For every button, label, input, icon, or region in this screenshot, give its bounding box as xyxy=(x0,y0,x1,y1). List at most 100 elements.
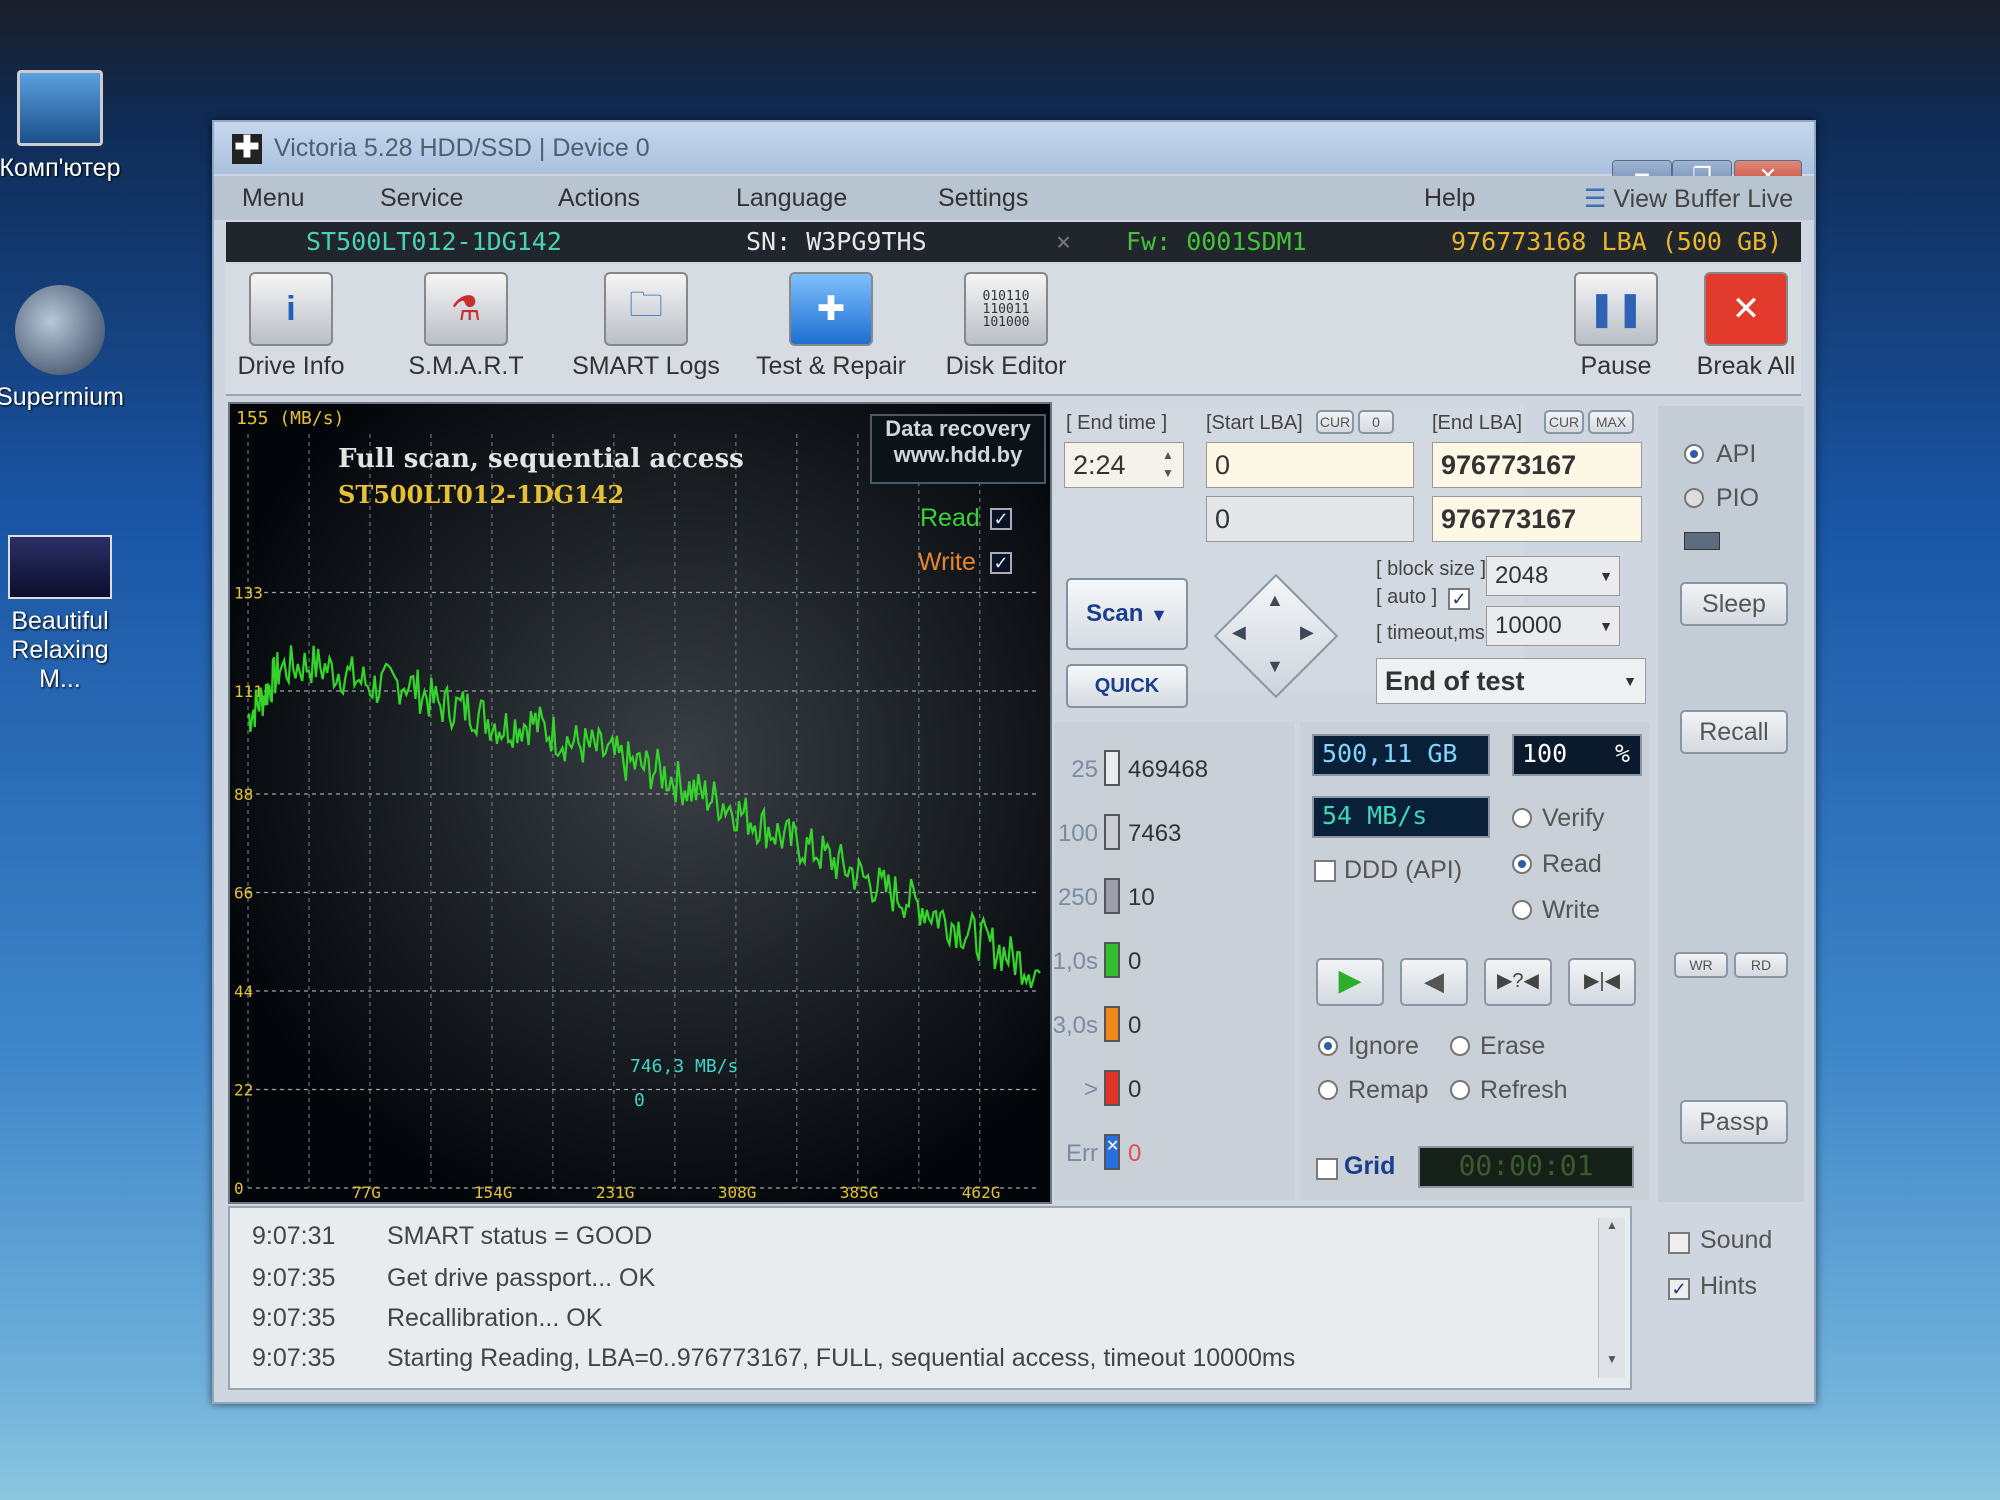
block-stats-panel: 25 469468 100 7463 250 10 1,0s 0 3,0s 0 >0 Er… xyxy=(1053,722,1294,1200)
menu-settings[interactable]: Settings xyxy=(938,184,1028,213)
menu-language[interactable]: Language xyxy=(736,184,847,213)
speed-chart: 133 111 88 66 44 22 0 77G 154G 231G 308G 385G 462G … xyxy=(228,402,1052,1204)
smart-test-tubes-icon: ⚗ xyxy=(424,272,508,346)
speed-display: 54 MB/s xyxy=(1312,796,1490,838)
end-action-select[interactable]: End of test ▼ xyxy=(1376,658,1646,704)
rd-button[interactable]: RD xyxy=(1734,952,1788,978)
pause-button[interactable]: ❚❚ Pause xyxy=(1566,272,1666,381)
recall-button[interactable]: Recall xyxy=(1680,710,1788,754)
auto-checkbox[interactable]: ✓ xyxy=(1448,588,1470,610)
arrow-left-icon[interactable]: ◀ xyxy=(1232,622,1246,643)
start-lba-zero-button[interactable]: 0 xyxy=(1358,410,1394,434)
stat-color-box xyxy=(1104,1070,1120,1106)
arrow-right-icon[interactable]: ▶ xyxy=(1300,622,1314,643)
end-lba-cur-button[interactable]: CUR xyxy=(1544,410,1584,434)
verify-label: Verify xyxy=(1542,804,1605,832)
arrow-down-icon[interactable]: ▼ xyxy=(1266,656,1284,677)
toolbar: i Drive Info ⚗ S.M.A.R.T 🗀 SMART Logs ✚ … xyxy=(226,264,1801,396)
desktop-icon-label: Комп'ютер xyxy=(0,154,121,182)
view-buffer-live[interactable]: ☰ View Buffer Live xyxy=(1584,184,1793,214)
grid-checkbox[interactable] xyxy=(1316,1158,1338,1180)
end-lba-max-button[interactable]: MAX xyxy=(1588,410,1634,434)
drive-info-button[interactable]: i Drive Info xyxy=(231,272,351,381)
wr-button[interactable]: WR xyxy=(1674,952,1728,978)
stat-row-25: 25 469468 xyxy=(1054,748,1244,792)
direction-pad[interactable]: ▲ ▼ ◀ ▶ xyxy=(1213,573,1339,699)
log-message: SMART status = GOOD xyxy=(387,1222,653,1250)
ddd-api-checkbox[interactable] xyxy=(1314,860,1336,882)
hints-checkbox[interactable]: ✓ xyxy=(1668,1278,1690,1300)
chart-title: Full scan, sequential access xyxy=(338,444,744,474)
stat-tag: > xyxy=(1083,1076,1098,1103)
end-time-spinner[interactable]: ▲ ▼ xyxy=(1156,446,1180,484)
pio-radio[interactable] xyxy=(1684,488,1704,508)
erase-radio[interactable] xyxy=(1450,1036,1470,1056)
test-repair-button[interactable]: ✚ Test & Repair xyxy=(746,272,916,381)
stat-tag: 250 xyxy=(1057,884,1098,911)
legend-read-checkbox[interactable]: ✓ xyxy=(990,508,1012,530)
end-lba-label: [End LBA] xyxy=(1432,412,1523,434)
binary-disk-icon: 010110 110011 101000 xyxy=(964,272,1048,346)
verify-radio[interactable] xyxy=(1512,808,1532,828)
chevron-down-icon: ▼ xyxy=(1599,618,1613,634)
hints-label: Hints xyxy=(1700,1272,1757,1300)
drive-capacity: 976773168 LBA (500 GB) xyxy=(1451,227,1783,256)
smart-logs-button[interactable]: 🗀 SMART Logs xyxy=(566,272,726,381)
sleep-button[interactable]: Sleep xyxy=(1680,582,1788,626)
timeout-select[interactable]: 10000 ▼ xyxy=(1486,606,1620,646)
scroll-down-icon[interactable]: ▼ xyxy=(1599,1352,1625,1378)
chevron-down-icon: ▼ xyxy=(1599,568,1613,584)
smart-logs-label: SMART Logs xyxy=(572,352,720,380)
refresh-radio[interactable] xyxy=(1450,1080,1470,1100)
stat-count: 0 xyxy=(1128,948,1142,975)
passp-button[interactable]: Passp xyxy=(1680,1100,1788,1144)
smart-button[interactable]: ⚗ S.M.A.R.T xyxy=(401,272,531,381)
rewind-button[interactable]: ◀ xyxy=(1400,958,1468,1006)
sound-checkbox[interactable] xyxy=(1668,1232,1690,1254)
start-lba-current-value: 0 xyxy=(1215,504,1231,534)
desktop-icon-computer[interactable]: Комп'ютер xyxy=(0,70,130,183)
skip-unknown-button[interactable]: ▶?◀ xyxy=(1484,958,1552,1006)
x-tick-label: 231G xyxy=(596,1183,635,1202)
api-radio[interactable] xyxy=(1684,444,1704,464)
arrow-up-icon[interactable]: ▲ xyxy=(1266,590,1284,611)
read-radio[interactable] xyxy=(1512,854,1532,874)
desktop-icon-label: Supermium xyxy=(0,383,124,411)
legend-write-label: Write xyxy=(918,548,976,576)
disk-editor-button[interactable]: 010110 110011 101000 Disk Editor xyxy=(931,272,1081,381)
start-lba-cur-button[interactable]: CUR xyxy=(1316,410,1354,434)
scan-label: Scan xyxy=(1086,600,1144,627)
close-icon[interactable]: × xyxy=(1056,222,1071,262)
stat-row-250: 250 10 xyxy=(1054,876,1244,920)
desktop-icon-supermium[interactable]: Supermium xyxy=(0,285,130,412)
stat-count: 10 xyxy=(1128,884,1155,911)
legend-write-checkbox[interactable]: ✓ xyxy=(990,552,1012,574)
desktop-icon-media[interactable]: Beautiful Relaxing M... xyxy=(0,535,130,694)
write-radio[interactable] xyxy=(1512,900,1532,920)
menu-actions[interactable]: Actions xyxy=(558,184,640,213)
quick-button[interactable]: QUICK xyxy=(1066,664,1188,708)
remap-label: Remap xyxy=(1348,1076,1429,1104)
right-panel: API PIO Sleep Recall WR RD Passp xyxy=(1658,406,1804,1202)
log-message: Get drive passport... OK xyxy=(387,1264,656,1292)
menu-menu[interactable]: Menu xyxy=(242,184,305,213)
log-scrollbar[interactable]: ▲ ▼ xyxy=(1598,1218,1625,1378)
scan-button[interactable]: Scan ▼ xyxy=(1066,578,1188,650)
ignore-radio[interactable] xyxy=(1318,1036,1338,1056)
y-tick-label: 88 xyxy=(234,785,253,804)
menu-help[interactable]: Help xyxy=(1424,184,1475,213)
block-size-select[interactable]: 2048 ▼ xyxy=(1486,556,1620,596)
menu-service[interactable]: Service xyxy=(380,184,463,213)
skip-end-button[interactable]: ▶|◀ xyxy=(1568,958,1636,1006)
drive-serial: SN: W3PG9THS xyxy=(746,227,927,256)
chevron-down-icon: ▼ xyxy=(1150,605,1168,625)
break-all-button[interactable]: ✕ Break All xyxy=(1696,272,1796,381)
play-button[interactable]: ▶ xyxy=(1316,958,1384,1006)
remap-radio[interactable] xyxy=(1318,1080,1338,1100)
end-lba-field[interactable]: 976773167 xyxy=(1432,442,1642,488)
percent-sign: % xyxy=(1614,739,1630,768)
scroll-up-icon[interactable]: ▲ xyxy=(1599,1218,1625,1244)
grid-label: Grid xyxy=(1344,1152,1396,1180)
start-lba-field[interactable]: 0 xyxy=(1206,442,1414,488)
api-label: API xyxy=(1716,440,1757,468)
